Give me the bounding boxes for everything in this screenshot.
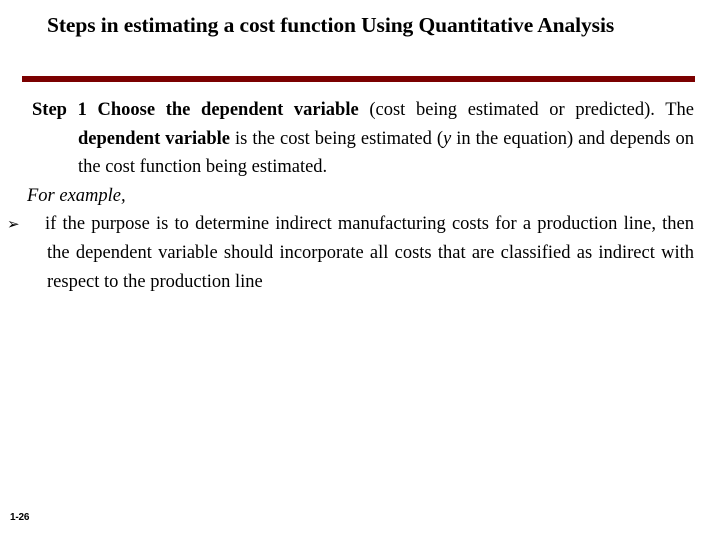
bullet-list-item: ➢ if the purpose is to determine indirect… <box>0 210 720 296</box>
step-body-text-1: (cost being estimated or predicted). The <box>358 100 695 120</box>
step-body-text-2: is the cost being estimated ( <box>230 128 443 149</box>
step-variable-symbol: y <box>443 128 452 149</box>
arrowhead-bullet-icon: ➢ <box>7 215 20 234</box>
step-emphasis-text: dependent variable <box>78 128 230 149</box>
bullet-item-text: if the purpose is to determine indirect … <box>45 214 694 292</box>
body-content: Step 1 Choose the dependent variable (co… <box>0 96 720 296</box>
step-label: Step 1 <box>32 100 87 120</box>
for-example-label: For example, <box>27 185 126 206</box>
footer-page-number: 1-26 <box>10 512 30 523</box>
step-heading-text: Choose the dependent variable <box>97 100 359 120</box>
step-spacer <box>87 100 98 120</box>
title-block: Steps in estimating a cost function Usin… <box>47 12 695 39</box>
slide: Steps in estimating a cost function Usin… <box>0 0 720 540</box>
step-1-paragraph: Step 1 Choose the dependent variable (co… <box>0 96 720 182</box>
page-title: Steps in estimating a cost function Usin… <box>47 13 615 37</box>
title-divider-rule <box>22 76 695 82</box>
